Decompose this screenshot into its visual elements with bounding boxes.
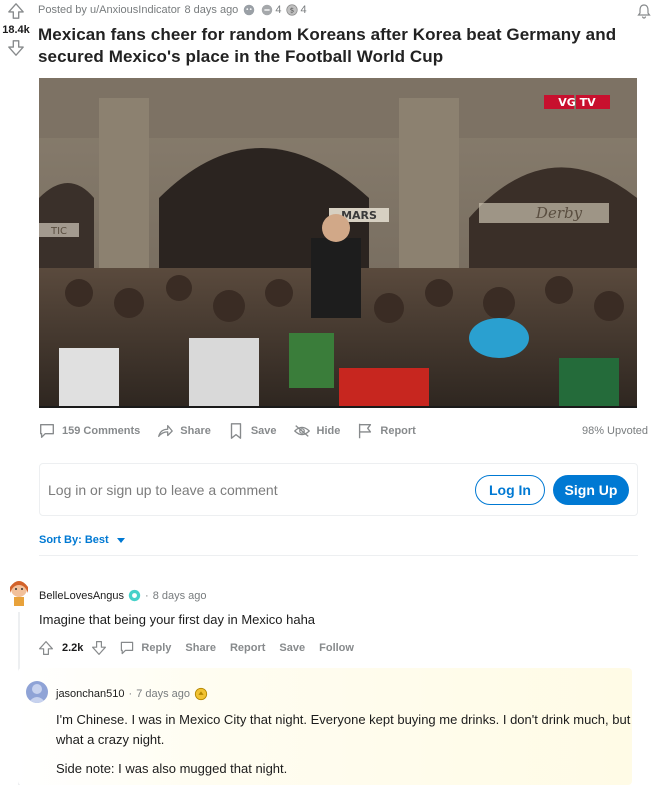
upvote-ratio: 98% Upvoted bbox=[581, 425, 648, 437]
bookmark-icon bbox=[230, 423, 242, 439]
comment-actions: 2.2k Reply Share Report Save Follow bbox=[38, 640, 354, 656]
comment-separator: · bbox=[145, 589, 149, 602]
vgtv-logo: VG TV bbox=[558, 96, 596, 109]
share-label: Share bbox=[180, 425, 211, 437]
comment-score: 2.2k bbox=[62, 642, 84, 654]
award-face-icon bbox=[244, 4, 255, 16]
award-2[interactable]: 4 bbox=[260, 3, 281, 17]
gold-award-icon bbox=[194, 687, 208, 701]
posted-by[interactable]: Posted by u/AnxiousIndicator bbox=[38, 4, 180, 16]
hide-eye-icon bbox=[293, 425, 310, 437]
post-actions: 159 Comments Share Save Hide Report 98% … bbox=[38, 420, 648, 442]
comment-icon bbox=[121, 641, 134, 655]
avatar[interactable] bbox=[6, 577, 32, 607]
comment-icon bbox=[40, 424, 54, 438]
post-score: 18.4k bbox=[2, 24, 30, 36]
login-prompt-box: Log in or sign up to leave a comment Log… bbox=[39, 463, 638, 516]
save-label: Save bbox=[250, 425, 277, 437]
avatar[interactable] bbox=[26, 681, 48, 703]
upvote-arrow-icon[interactable] bbox=[38, 640, 54, 656]
downvote-arrow-icon[interactable] bbox=[7, 39, 25, 57]
sort-label: Sort By: Best bbox=[39, 534, 109, 546]
store-sign-tic: TIC bbox=[50, 226, 67, 237]
comment-author[interactable]: jasonchan510 bbox=[56, 688, 125, 700]
flag-icon bbox=[359, 423, 372, 439]
report-button[interactable]: Report bbox=[356, 422, 416, 440]
hide-label: Hide bbox=[316, 425, 341, 437]
post-vote-column: 18.4k bbox=[0, 0, 32, 57]
upvote-arrow-icon[interactable] bbox=[7, 2, 25, 20]
avatar-silhouette-icon bbox=[28, 684, 46, 703]
divider bbox=[39, 555, 638, 556]
comment-separator: · bbox=[128, 688, 133, 700]
sort-dropdown[interactable]: Sort By: Best bbox=[39, 534, 125, 546]
award-2-count: 4 bbox=[275, 4, 282, 16]
comment-save-button[interactable]: Save bbox=[279, 642, 305, 654]
comments-button[interactable]: 159 Comments bbox=[38, 422, 140, 440]
comment-meta: BelleLovesAngus · 8 days ago bbox=[39, 589, 207, 602]
comment-body-note: Side note: I was also mugged that night. bbox=[56, 761, 288, 776]
comment-body: Imagine that being your first day in Mex… bbox=[39, 612, 316, 627]
video-frame: MARS Derby TIC VG TV bbox=[39, 78, 637, 406]
post-meta: Posted by u/AnxiousIndicator 8 days ago … bbox=[38, 0, 648, 20]
save-button[interactable]: Save bbox=[227, 422, 277, 440]
store-sign-derby: Derby bbox=[535, 204, 583, 222]
comment-age: 7 days ago bbox=[136, 688, 191, 700]
signup-button[interactable]: Sign Up bbox=[553, 474, 629, 505]
comment-body: I'm Chinese. I was in Mexico City that n… bbox=[56, 712, 631, 747]
login-prompt-text: Log in or sign up to leave a comment bbox=[48, 481, 278, 498]
caret-down-icon bbox=[116, 537, 125, 543]
post-title[interactable]: Mexican fans cheer for random Koreans af… bbox=[38, 24, 648, 68]
post-header: Posted by u/AnxiousIndicator 8 days ago … bbox=[38, 0, 648, 68]
post-age: 8 days ago bbox=[184, 4, 239, 16]
comment-age: 8 days ago bbox=[152, 589, 207, 602]
comment-follow-button[interactable]: Follow bbox=[319, 642, 354, 654]
user-flair-icon bbox=[128, 589, 141, 602]
comment-report-button[interactable]: Report bbox=[230, 642, 265, 654]
report-label: Report bbox=[380, 425, 416, 437]
award-silver-icon: $ bbox=[286, 4, 299, 16]
comment-share-button[interactable]: Share bbox=[185, 642, 216, 654]
post-video[interactable]: MARS Derby TIC VG TV bbox=[39, 78, 637, 408]
award-3-count: 4 bbox=[300, 4, 307, 16]
award-1[interactable] bbox=[242, 3, 256, 17]
comments-label: 159 Comments bbox=[62, 425, 141, 437]
share-button[interactable]: Share bbox=[156, 422, 211, 440]
notification-bell-icon[interactable] bbox=[636, 3, 652, 19]
downvote-arrow-icon[interactable] bbox=[91, 640, 107, 656]
hide-button[interactable]: Hide bbox=[293, 422, 341, 440]
reply-button[interactable]: Reply bbox=[141, 642, 171, 654]
award-3[interactable]: $ 4 bbox=[285, 3, 307, 17]
share-icon bbox=[158, 424, 174, 438]
svg-text:$: $ bbox=[290, 7, 294, 15]
award-helpful-icon bbox=[262, 4, 273, 16]
comment-meta: jasonchan510 · 7 days ago bbox=[56, 687, 208, 701]
comment-author[interactable]: BelleLovesAngus bbox=[39, 590, 124, 602]
login-button[interactable]: Log In bbox=[475, 474, 545, 505]
